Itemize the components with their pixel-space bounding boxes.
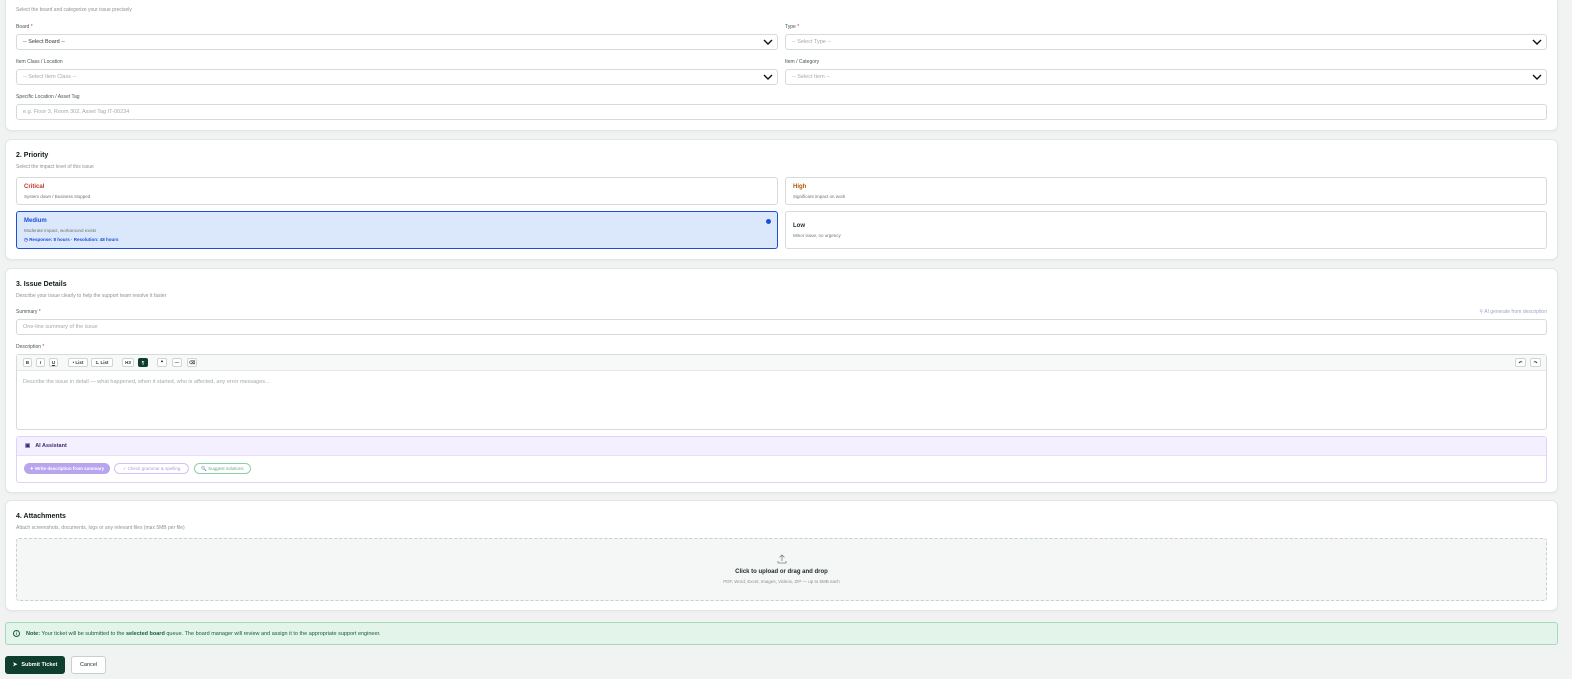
clear-format-button[interactable]: ⌫: [187, 358, 197, 367]
bullet-list-button[interactable]: • List: [68, 358, 88, 367]
paragraph-button[interactable]: ¶: [138, 358, 148, 367]
submit-label: Submit Ticket: [21, 662, 58, 668]
item-class-value: -- Select Item Class --: [23, 74, 77, 80]
numbered-list-button[interactable]: 1. List: [91, 358, 113, 367]
issue-details-subtitle: Describe your issue clearly to help the …: [16, 293, 167, 299]
priority-option-medium[interactable]: Medium Moderate impact, workaround exist…: [16, 211, 778, 249]
summary-label: Summary *: [16, 309, 41, 315]
priority-title: 2. Priority: [16, 152, 49, 159]
description-label: Description *: [16, 344, 45, 350]
priority-subtitle: Select the impact level of this issue: [16, 164, 94, 170]
ai-write-description-button[interactable]: ✦ Write description from summary: [24, 463, 110, 474]
attachments-card: 4. Attachments Attach screenshots, docum…: [5, 500, 1558, 611]
ai-generate-link[interactable]: ⚲ AI generate from description: [1479, 309, 1547, 315]
location-placeholder: e.g. Floor 3, Room 302, Asset Tag IT-002…: [23, 109, 130, 115]
bold-button[interactable]: B: [23, 358, 32, 367]
h3-button[interactable]: H3: [122, 358, 134, 367]
type-select-value: -- Select Type --: [792, 39, 832, 45]
ai-suggest-solutions-button[interactable]: 🔍 Suggest solutions: [194, 463, 251, 474]
type-label: Type *: [785, 24, 800, 30]
chevron-down-icon: [763, 74, 773, 80]
note-text: Note: Your ticket will be submitted to t…: [26, 630, 381, 637]
italic-button[interactable]: I: [36, 358, 45, 367]
ai-assistant-panel: ▣ AI Assistant ✦ Write description from …: [16, 436, 1547, 483]
item-category-select[interactable]: -- Select Item --: [785, 69, 1547, 85]
priority-low-title: Low: [793, 223, 805, 229]
priority-option-high[interactable]: High Significant impact on work: [785, 177, 1547, 205]
board-select[interactable]: -- Select Board --: [16, 34, 778, 50]
item-category-value: -- Select Item --: [792, 74, 830, 80]
summary-input[interactable]: One-line summary of the issue: [16, 319, 1547, 335]
description-placeholder: Describe the issue in detail — what happ…: [23, 379, 270, 385]
categorization-card: Select the board and categorize your iss…: [5, 0, 1558, 131]
priority-medium-title: Medium: [24, 218, 47, 224]
undo-button[interactable]: ↶: [1515, 358, 1526, 367]
chevron-down-icon: [1532, 74, 1542, 80]
quote-button[interactable]: ❝: [157, 358, 167, 367]
chevron-down-icon: [1532, 39, 1542, 45]
priority-high-title: High: [793, 184, 807, 190]
cancel-button[interactable]: Cancel: [71, 656, 106, 674]
board-label: Board *: [16, 24, 33, 30]
ai-check-grammar-button[interactable]: ✓ Check grammar & spelling: [114, 463, 189, 474]
upload-dropzone[interactable]: Click to upload or drag and drop PDF, Wo…: [16, 538, 1547, 601]
editor-toolbar: B I U • List 1. List H3 ¶ ❝ — ⌫ ↶ ↷: [17, 355, 1546, 371]
issue-details-card: 3. Issue Details Describe your issue cle…: [5, 268, 1558, 493]
priority-medium-desc: Moderate impact, workaround exists: [24, 228, 97, 233]
upload-subtitle: PDF, Word, Excel, Images, Videos, ZIP — …: [723, 579, 840, 584]
board-select-value: -- Select Board --: [23, 39, 65, 45]
ai-assistant-title: AI Assistant: [35, 443, 67, 449]
location-input[interactable]: e.g. Floor 3, Room 302, Asset Tag IT-002…: [16, 104, 1547, 120]
chevron-down-icon: [763, 39, 773, 45]
info-icon: i: [13, 630, 20, 637]
send-icon: ➤: [12, 662, 18, 668]
robot-icon: ▣: [25, 443, 31, 449]
priority-medium-sla: ◷ Response: 8 hours · Resolution: 48 hou…: [24, 237, 119, 242]
issue-details-title: 3. Issue Details: [16, 281, 67, 288]
item-class-select[interactable]: -- Select Item Class --: [16, 69, 778, 85]
upload-icon: [777, 554, 786, 564]
redo-button[interactable]: ↷: [1530, 358, 1541, 367]
upload-title: Click to upload or drag and drop: [735, 569, 828, 575]
section1-subtitle: Select the board and categorize your iss…: [16, 7, 132, 13]
attachments-subtitle: Attach screenshots, documents, logs or a…: [16, 525, 185, 531]
underline-button[interactable]: U: [49, 358, 58, 367]
submit-ticket-button[interactable]: ➤ Submit Ticket: [5, 656, 65, 674]
location-label: Specific Location / Asset Tag: [16, 94, 80, 100]
priority-low-desc: Minor issue, no urgency: [793, 233, 841, 238]
item-class-label: Item Class / Location: [16, 59, 63, 65]
selected-radio-dot-icon: [766, 219, 771, 224]
attachments-title: 4. Attachments: [16, 513, 66, 520]
priority-option-low[interactable]: Low Minor issue, no urgency: [785, 211, 1547, 249]
rule-button[interactable]: —: [172, 358, 182, 367]
info-note-banner: i Note: Your ticket will be submitted to…: [5, 622, 1558, 645]
item-category-label: Item / Category: [785, 59, 820, 65]
description-editor[interactable]: B I U • List 1. List H3 ¶ ❝ — ⌫ ↶ ↷ Desc…: [16, 354, 1547, 430]
priority-critical-desc: System down / Business stopped: [24, 194, 91, 199]
priority-card: 2. Priority Select the impact level of t…: [5, 139, 1558, 260]
type-select[interactable]: -- Select Type --: [785, 34, 1547, 50]
priority-high-desc: Significant impact on work: [793, 194, 846, 199]
summary-placeholder: One-line summary of the issue: [23, 324, 98, 330]
ai-assistant-header: ▣ AI Assistant: [17, 437, 1546, 456]
priority-critical-title: Critical: [24, 184, 45, 190]
priority-option-critical[interactable]: Critical System down / Business stopped: [16, 177, 778, 205]
